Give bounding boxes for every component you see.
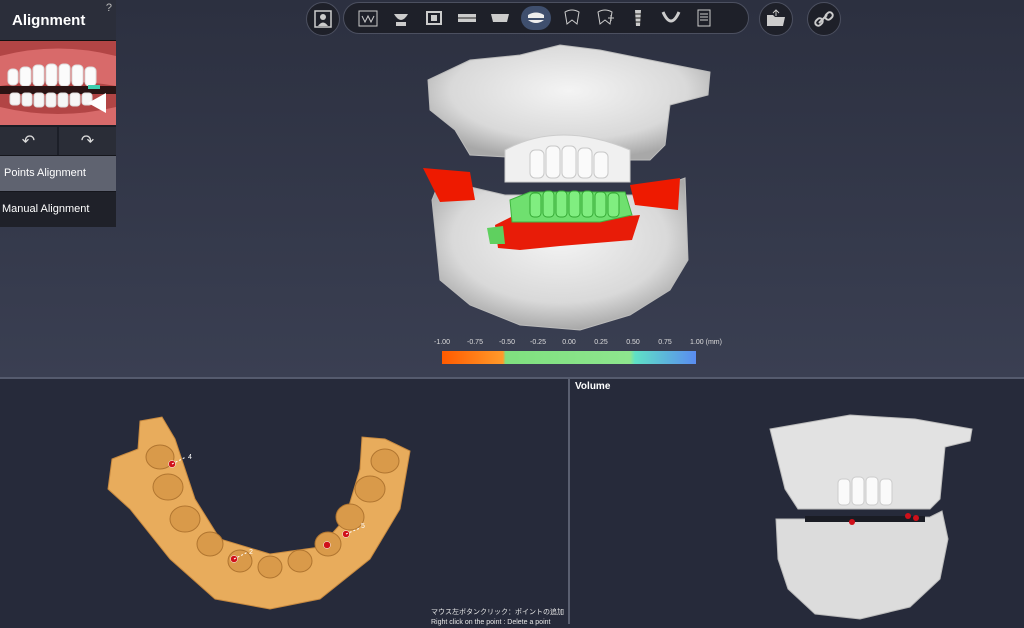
scale-label: 0.50: [626, 339, 640, 346]
teeth-thumbnail[interactable]: [0, 41, 116, 127]
patient-icon: [314, 10, 332, 28]
scale-label: -0.25: [530, 339, 546, 346]
patient-button[interactable]: [306, 2, 340, 36]
hint-line-delete: Right click on the point : Delete a poin…: [431, 619, 551, 626]
mode-manual-alignment[interactable]: Manual Alignment: [0, 191, 116, 227]
help-icon[interactable]: ?: [106, 2, 112, 14]
point-label: 4: [188, 454, 192, 461]
jaw-icon: [491, 14, 509, 22]
tooth-plus-icon: [597, 9, 614, 25]
volume-skull-model[interactable]: [570, 379, 1024, 624]
folder-icon: [767, 9, 785, 26]
main-3d-viewport[interactable]: -1.00 -0.75 -0.50 -0.25 0.00 0.25 0.50 0…: [0, 0, 1024, 377]
guide-tool[interactable]: [659, 6, 683, 30]
deviation-red-left: [423, 168, 475, 202]
deviation-red-right: [630, 178, 680, 210]
document-tool[interactable]: [692, 6, 716, 30]
redo-button[interactable]: ↷: [59, 127, 116, 155]
color-scale-bar: [442, 351, 696, 364]
jaw-tool[interactable]: [488, 6, 512, 30]
scale-label: -1.00: [434, 339, 450, 346]
tooth-tool[interactable]: [560, 6, 584, 30]
document-icon: [697, 9, 711, 27]
tooth-icon: [564, 9, 580, 25]
alignment-point: [849, 519, 855, 525]
redo-icon: ↷: [80, 133, 95, 150]
panel-title: Alignment: [12, 12, 86, 29]
link-icon: [814, 11, 834, 27]
hint-line-add: マウス左ボタンクリック：ポイントの追加: [431, 609, 564, 616]
tooth-plus-tool[interactable]: [593, 6, 617, 30]
chart-icon: [358, 10, 378, 27]
implant-tool[interactable]: [626, 6, 650, 30]
point-label: 5: [361, 523, 365, 530]
scan-tool[interactable]: [389, 6, 413, 30]
scale-label: 1.00 (mm): [690, 339, 722, 346]
alignment-panel: Alignment ? ↶ ↷ Points Alignment Manual …: [0, 0, 116, 227]
link-button[interactable]: [807, 2, 841, 36]
point-label: 2: [249, 549, 253, 556]
scale-label: 0.25: [594, 339, 608, 346]
scan-icon: [394, 14, 408, 26]
undo-icon: ↶: [21, 133, 36, 150]
alignment-tool[interactable]: [521, 6, 551, 30]
deviation-green-small: [487, 226, 505, 244]
open-folder-button[interactable]: [759, 2, 793, 36]
arch-icon: [458, 14, 476, 22]
guide-icon: [661, 11, 681, 23]
panel-header: Alignment ?: [0, 0, 116, 41]
undo-button[interactable]: ↶: [0, 127, 57, 155]
crop-icon: [426, 11, 442, 25]
alignment-icon: [528, 12, 544, 23]
mode-points-alignment[interactable]: Points Alignment: [0, 155, 116, 191]
scale-label: 0.00: [562, 339, 576, 346]
chart-tool[interactable]: [356, 6, 380, 30]
skull-3d-model[interactable]: [0, 0, 1024, 377]
main-toolbar: [343, 2, 749, 34]
scale-label: -0.75: [467, 339, 483, 346]
arch-tool[interactable]: [455, 6, 479, 30]
scale-label: 0.75: [658, 339, 672, 346]
instruction-hint: マウス左ボタンクリック：ポイントの追加 Right click on the p…: [431, 608, 564, 628]
scan-model-viewport[interactable]: 4 2 5 マウス左ボタンクリック：ポイントの追加 Right click on…: [0, 379, 568, 626]
undo-redo-row: ↶ ↷: [0, 127, 116, 155]
crop-tool[interactable]: [422, 6, 446, 30]
volume-viewport[interactable]: Volume: [570, 379, 1024, 624]
dental-arch-model[interactable]: [0, 379, 568, 624]
alignment-point: [905, 513, 911, 519]
color-scale-labels: -1.00 -0.75 -0.50 -0.25 0.00 0.25 0.50 0…: [430, 339, 730, 351]
scale-label: -0.50: [499, 339, 515, 346]
alignment-point: [913, 515, 919, 521]
implant-icon: [634, 10, 642, 26]
alignment-point: [323, 541, 331, 549]
